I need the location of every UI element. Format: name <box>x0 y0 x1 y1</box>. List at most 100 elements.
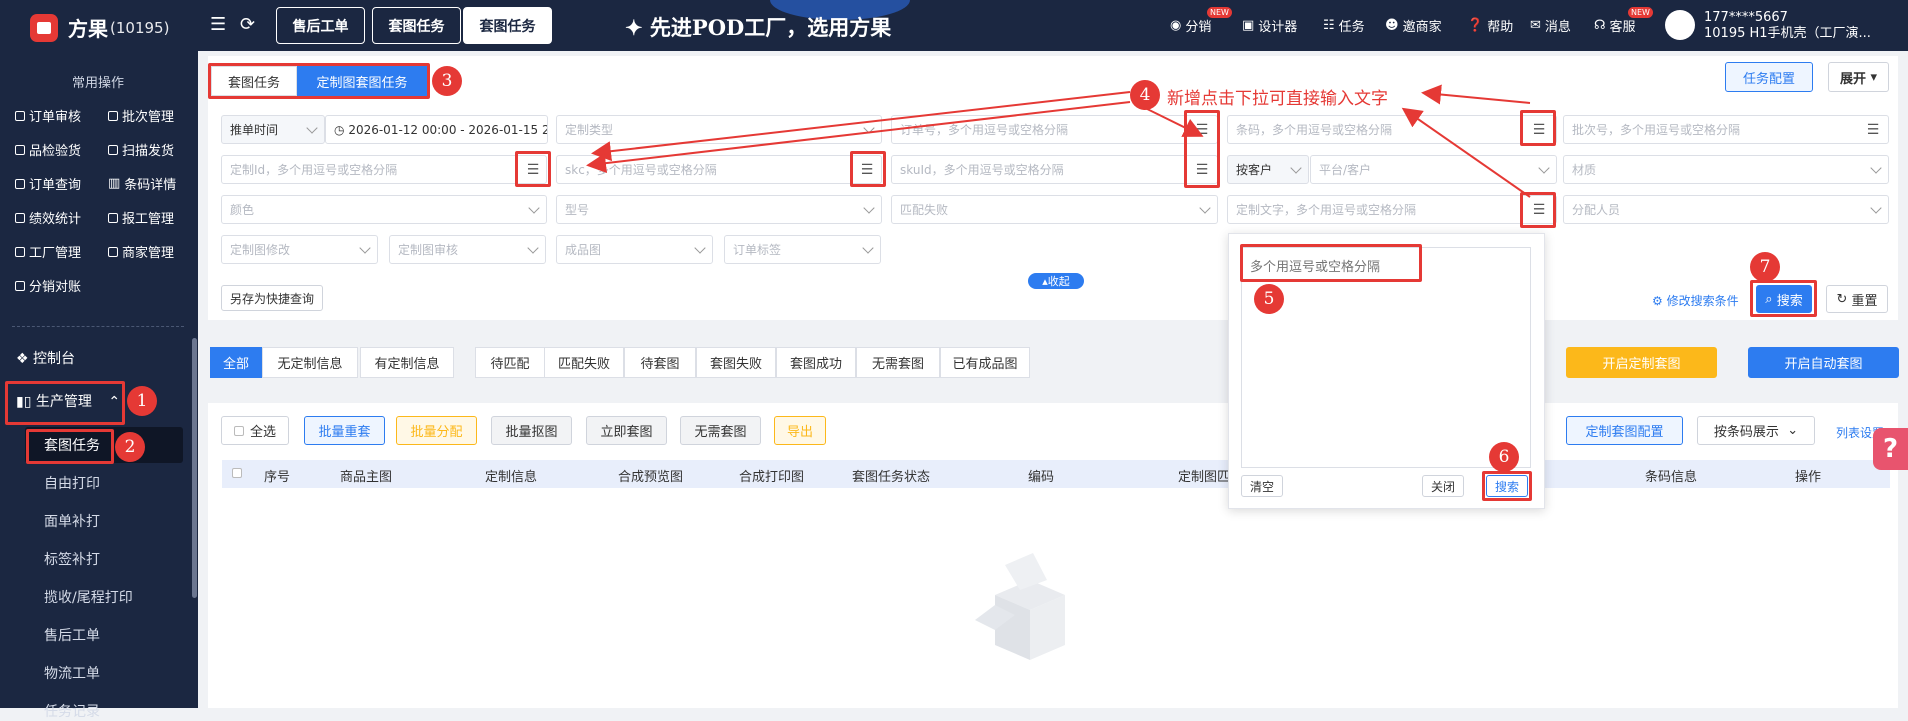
avatar[interactable] <box>1665 10 1695 40</box>
material-select[interactable]: 材质 <box>1563 155 1889 184</box>
custom-id-input[interactable]: 定制Id，多个用逗号或空格分隔 <box>221 155 547 184</box>
skuid-input[interactable]: skuId，多个用逗号或空格分隔 <box>891 155 1218 184</box>
start-auto-mockup-button[interactable]: 开启自动套图 <box>1748 347 1899 378</box>
status-tab-finished[interactable]: 已有成品图 <box>940 347 1030 378</box>
modify-search-link[interactable]: ⚙ 修改搜索条件 <box>1652 292 1739 309</box>
color-placeholder: 颜色 <box>230 203 255 217</box>
op-barcode-detail[interactable]: ▥ 条码详情 <box>108 174 176 193</box>
op-label: 扫描发货 <box>122 144 175 159</box>
nav-invite[interactable]: ☻ 邀商家 <box>1385 16 1442 35</box>
custom-review-select[interactable]: 定制图审核 <box>389 235 546 264</box>
no-need-mockup-button[interactable]: 无需套图 <box>680 416 761 445</box>
nav-messages[interactable]: ✉ 消息 <box>1530 16 1571 35</box>
order-no-input[interactable]: 订单号，多个用逗号或空格分隔 <box>891 115 1218 144</box>
sidebar-item-logistics[interactable]: 物流工单 <box>44 663 100 683</box>
color-select[interactable]: 颜色 <box>221 195 547 224</box>
model-select[interactable]: 型号 <box>556 195 882 224</box>
batch-no-input[interactable]: 批次号，多个用逗号或空格分隔 <box>1563 115 1889 144</box>
reset-button[interactable]: ↻ 重置 <box>1826 285 1888 313</box>
sidebar-item-console[interactable]: ❖ 控制台 <box>16 348 75 368</box>
sidebar-item-after-sales[interactable]: 售后工单 <box>44 625 100 645</box>
header-checkbox[interactable] <box>232 468 242 478</box>
by-customer-select[interactable]: 按客户 <box>1227 155 1309 184</box>
help-float-button[interactable]: ? <box>1873 428 1908 470</box>
popup-close-button[interactable]: 关闭 <box>1422 475 1464 497</box>
op-order-review[interactable]: 订单审核 <box>15 106 81 125</box>
status-tab-match-fail[interactable]: 匹配失败 <box>544 347 624 378</box>
sidebar-item-pickup-print[interactable]: 揽收/尾程打印 <box>44 587 133 607</box>
sidebar-item-free-print[interactable]: 自由打印 <box>44 473 100 493</box>
status-tab-no-need[interactable]: 无需套图 <box>856 347 940 378</box>
sidebar-item-waybill-reprint[interactable]: 面单补打 <box>44 511 100 531</box>
sidebar-scrollbar[interactable] <box>192 338 197 598</box>
order-tag-select[interactable]: 订单标签 <box>724 235 881 264</box>
start-custom-mockup-button[interactable]: 开启定制套图 <box>1566 347 1717 378</box>
match-fail-select[interactable]: 匹配失败 <box>891 195 1218 224</box>
op-merchant-manage[interactable]: 商家管理 <box>108 242 174 261</box>
menu-toggle-icon[interactable]: ☰ <box>210 14 226 35</box>
task-config-button[interactable]: 任务配置 <box>1725 62 1813 92</box>
barcode-input[interactable]: 条码，多个用逗号或空格分隔 <box>1227 115 1557 144</box>
custom-text-input[interactable]: 定制文字，多个用逗号或空格分隔 <box>1227 195 1557 224</box>
export-button[interactable]: 导出 <box>774 416 826 445</box>
op-quality-check[interactable]: 品检验货 <box>15 140 81 159</box>
status-tab-mockup-fail[interactable]: 套图失败 <box>696 347 776 378</box>
tab-mockup-task[interactable]: 套图任务 <box>372 7 461 44</box>
platform-placeholder: 平台/客户 <box>1319 163 1372 177</box>
nav-support[interactable]: ☊ 客服 <box>1594 16 1636 35</box>
expand-label: 展开 <box>1839 71 1866 87</box>
op-performance[interactable]: 绩效统计 <box>15 208 81 227</box>
status-tab-has-custom[interactable]: 有定制信息 <box>360 347 454 378</box>
brand-logo[interactable]: 方果 (10195) <box>30 13 169 42</box>
finished-select[interactable]: 成品图 <box>556 235 713 264</box>
select-all-checkbox[interactable]: 全选 <box>221 416 289 445</box>
batch-cutout-button[interactable]: 批量抠图 <box>491 416 572 445</box>
status-tab-all[interactable]: 全部 <box>210 347 262 378</box>
user-info[interactable]: 177****5667 10195 H1手机壳（工厂演... <box>1704 10 1871 42</box>
date-range-input[interactable]: ◷ 2026-01-12 00:00 - 2026-01-15 23:59 <box>325 115 548 144</box>
status-tab-pending-mockup[interactable]: 待套图 <box>624 347 696 378</box>
op-batch-manage[interactable]: 批次管理 <box>108 106 174 125</box>
image-icon: ▣ <box>1242 18 1255 33</box>
nav-designer[interactable]: ▣ 设计器 <box>1242 16 1297 35</box>
custom-edit-select[interactable]: 定制图修改 <box>221 235 378 264</box>
op-label: 订单审核 <box>29 110 82 125</box>
op-label: 批次管理 <box>122 110 175 125</box>
op-label: 品检验货 <box>29 144 82 159</box>
sidebar-item-task-record[interactable]: 任务记录 <box>44 701 100 721</box>
caret-down-icon: ▾ <box>1870 69 1878 85</box>
op-distribution-reconcile[interactable]: 分销对账 <box>15 276 81 295</box>
status-tab-pending-match[interactable]: 待匹配 <box>475 347 545 378</box>
batch-redo-button[interactable]: 批量重套 <box>304 416 385 445</box>
status-tab-no-custom[interactable]: 无定制信息 <box>262 347 358 378</box>
nav-help[interactable]: ❓ 帮助 <box>1467 16 1513 35</box>
op-factory-manage[interactable]: 工厂管理 <box>15 242 81 261</box>
select-all-label: 全选 <box>249 425 276 440</box>
display-mode-select[interactable]: 按条码展示 ⌄ <box>1697 416 1815 445</box>
save-quick-query-button[interactable]: 另存为快捷查询 <box>221 285 323 311</box>
popup-clear-button[interactable]: 清空 <box>1241 475 1283 497</box>
custom-mockup-config-button[interactable]: 定制套图配置 <box>1566 416 1683 445</box>
slogan: ✦ 先进POD工厂，选用方果 <box>625 15 892 40</box>
refresh-icon[interactable]: ⟳ <box>240 14 255 35</box>
custom-type-select[interactable]: 定制类型 <box>556 115 882 144</box>
assignee-select[interactable]: 分配人员 <box>1563 195 1889 224</box>
sidebar-item-label-reprint[interactable]: 标签补打 <box>44 549 100 569</box>
status-tab-mockup-success[interactable]: 套图成功 <box>776 347 856 378</box>
batch-dropdown-icon[interactable]: ☰ <box>1861 118 1885 142</box>
tab-after-sales[interactable]: 售后工单 <box>276 7 365 44</box>
collapse-toggle[interactable]: ▴ 收起 <box>1028 273 1084 289</box>
push-time-select[interactable]: 推单时间 <box>221 115 325 144</box>
tab-mockup-task-active[interactable]: 套图任务 <box>463 7 552 44</box>
batch-assign-button[interactable]: 批量分配 <box>396 416 477 445</box>
expand-button[interactable]: 展开 ▾ <box>1828 62 1889 92</box>
nav-distribution[interactable]: ◉ 分销 <box>1170 16 1211 35</box>
op-work-report[interactable]: 报工管理 <box>108 208 174 227</box>
gear-icon: ⚙ <box>1652 294 1663 308</box>
skc-input[interactable]: skc，多个用逗号或空格分隔 <box>556 155 882 184</box>
op-scan-ship[interactable]: 扫描发货 <box>108 140 174 159</box>
platform-select[interactable]: 平台/客户 <box>1310 155 1557 184</box>
nav-task[interactable]: ☷ 任务 <box>1323 16 1365 35</box>
instant-mockup-button[interactable]: 立即套图 <box>586 416 667 445</box>
op-order-query[interactable]: 订单查询 <box>15 174 81 193</box>
